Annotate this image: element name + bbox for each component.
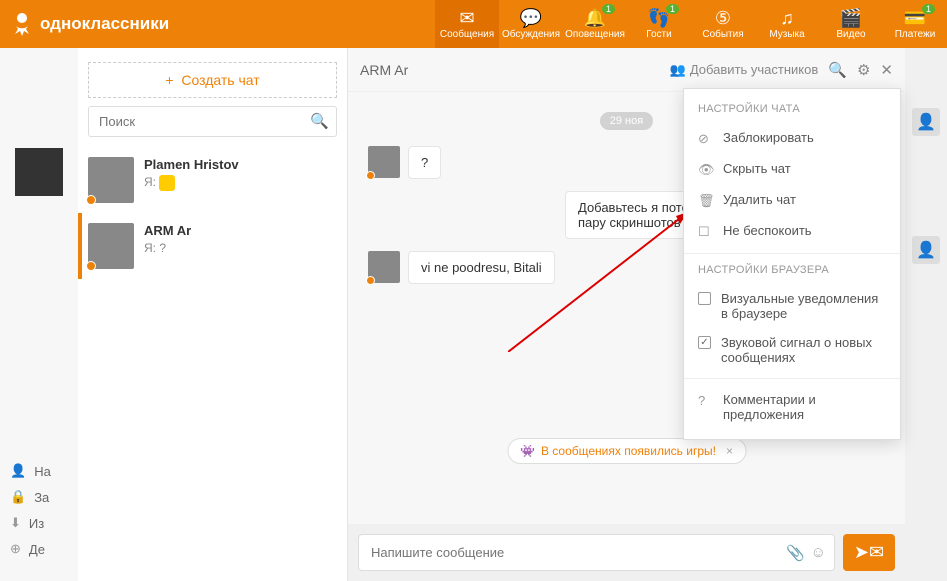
chat-list-panel: + Создать чат 🔍 Plamen Hristov Я: ARM Ar Я… [78,48,348,581]
attach-icon[interactable]: 📎 [786,544,805,562]
plus-icon: + [165,72,181,88]
badge: 1 [922,4,935,14]
left-menu-item[interactable]: 👤На [10,463,51,479]
left-menu-item[interactable]: ⊕Де [10,541,51,557]
settings-gear-icon[interactable]: ⚙ [857,61,870,79]
nav-Платежи[interactable]: 💳Платежи1 [883,0,947,48]
checkbox-icon: ✓ [698,336,711,349]
composer: 📎 ☺ ➤✉ [348,524,905,581]
chat-header: ARM Ar 👥 Добавить участников 🔍 ⚙ ✕ [348,48,905,92]
nav-icon: ⑤ [715,9,731,27]
close-icon[interactable]: ✕ [880,61,893,79]
settings-item[interactable]: ⊘Заблокировать [684,123,900,154]
nav-icon: ♫ [780,9,794,27]
settings-item[interactable]: 🗑Удалить чат [684,185,900,216]
left-rail: 👤На 🔒За ⬇Из ⊕Де [0,48,78,581]
search-input[interactable] [88,106,337,137]
nav-Видео[interactable]: 🎬Видео [819,0,883,48]
date-separator: 29 ноя [600,112,653,130]
create-chat-button[interactable]: + Создать чат [88,62,337,98]
profile-avatar[interactable] [15,148,63,196]
badge: 1 [602,4,615,14]
settings-item[interactable]: 👁Скрыть чат [684,154,900,185]
nav-Обсуждения[interactable]: 💬Обсуждения [499,0,563,48]
avatar [368,146,400,178]
games-notification[interactable]: 👾 В сообщениях появились игры! × [507,438,746,464]
help-icon: ? [698,393,713,408]
logo[interactable]: одноклассники [0,12,181,36]
avatar [88,157,134,203]
avatar [368,251,400,283]
message-preview: Я: ? [144,241,191,255]
settings-toggle[interactable]: Визуальные уведомления в браузере [684,284,900,328]
emoji-icon[interactable]: ☺ [811,544,826,561]
message-input[interactable] [367,535,780,570]
message-bubble: vi ne poodresu, Bitali [408,251,555,284]
create-chat-label: Создать чат [181,72,259,88]
settings-item-icon: 🗑 [698,193,713,209]
nav-События[interactable]: ⑤События [691,0,755,48]
chat-title: ARM Ar [360,62,408,78]
add-members-button[interactable]: 👥 Добавить участников [670,62,819,78]
avatar [88,223,134,269]
settings-item-icon: ☐ [698,224,713,240]
settings-section-header: НАСТРОЙКИ ЧАТА [684,99,900,123]
header: одноклассники ✉Сообщения💬Обсуждения🔔Опов… [0,0,947,48]
left-menu-item[interactable]: 🔒За [10,489,51,505]
nav-Оповещения[interactable]: 🔔Оповещения1 [563,0,627,48]
ok-logo-icon [12,12,32,36]
nav-icon: 💬 [520,9,542,27]
friend-slot[interactable]: 👤 [912,108,940,136]
nav-Музыка[interactable]: ♫Музыка [755,0,819,48]
dismiss-games-icon[interactable]: × [726,444,733,458]
nav-icon: 🎬 [840,9,862,27]
emoji-icon [159,175,175,191]
conversation-item[interactable]: ARM Ar Я: ? [78,213,347,279]
brand-text: одноклассники [40,14,169,34]
conversation-item[interactable]: Plamen Hristov Я: [78,147,347,213]
feedback-link[interactable]: ? Комментарии и предложения [684,385,900,429]
games-text: В сообщениях появились игры! [541,444,716,458]
contact-name: Plamen Hristov [144,157,239,172]
nav-icon: ✉ [459,9,474,27]
settings-section-header: НАСТРОЙКИ БРАУЗЕРА [684,260,900,284]
left-menu-item[interactable]: ⬇Из [10,515,51,531]
chat-settings-dropdown: НАСТРОЙКИ ЧАТА ⊘Заблокировать👁Скрыть чат… [683,88,901,440]
game-icon: 👾 [520,444,535,458]
message-preview: Я: [144,175,239,191]
top-nav: ✉Сообщения💬Обсуждения🔔Оповещения1👣Гости1… [435,0,947,48]
contact-name: ARM Ar [144,223,191,238]
settings-item-icon: ⊘ [698,131,713,147]
checkbox-icon [698,292,711,305]
settings-toggle[interactable]: ✓Звуковой сигнал о новых сообщениях [684,328,900,372]
search-icon[interactable]: 🔍 [310,112,329,130]
badge: 1 [666,4,679,14]
nav-Гости[interactable]: 👣Гости1 [627,0,691,48]
friends-rail: 👤 👤 [905,48,947,581]
nav-Сообщения[interactable]: ✉Сообщения [435,0,499,48]
settings-item-icon: 👁 [698,162,713,178]
friend-slot[interactable]: 👤 [912,236,940,264]
settings-item[interactable]: ☐Не беспокоить [684,216,900,247]
message-bubble: ? [408,146,441,179]
send-button[interactable]: ➤✉ [843,534,895,571]
chat-search-icon[interactable]: 🔍 [828,61,847,79]
